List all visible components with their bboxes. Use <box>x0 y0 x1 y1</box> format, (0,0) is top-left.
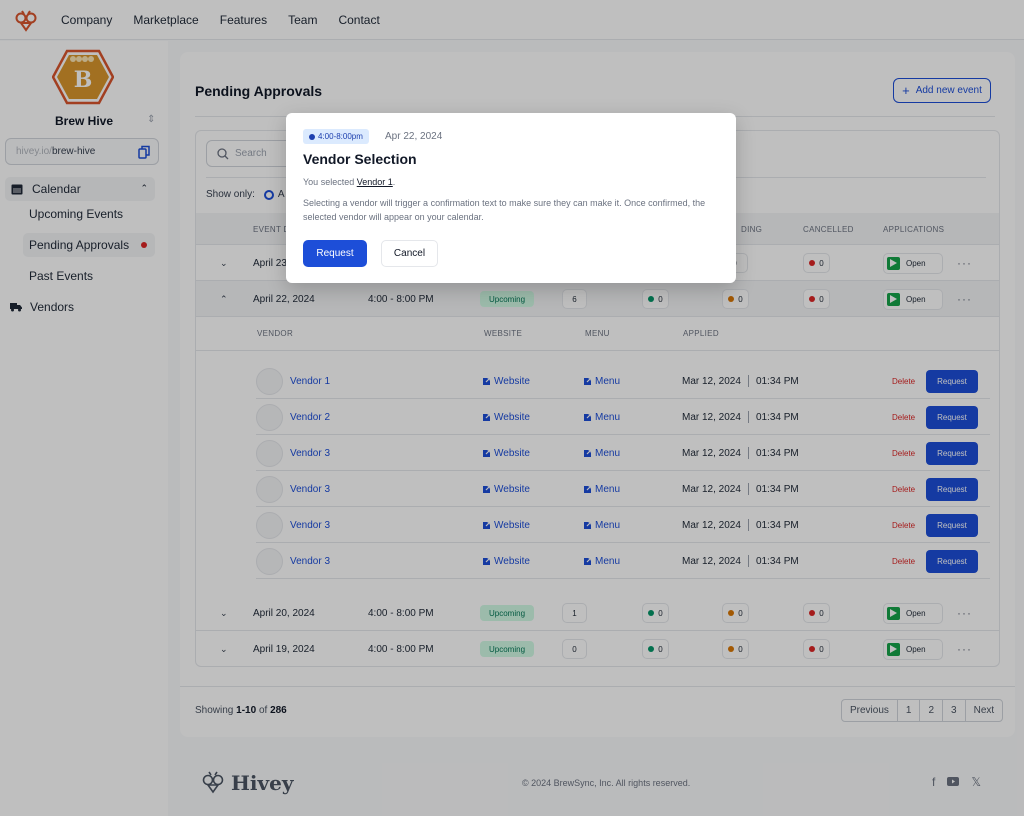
modal-request-button[interactable]: Request <box>303 240 367 267</box>
clock-icon <box>309 133 315 140</box>
modal-date: Apr 22, 2024 <box>385 131 443 142</box>
time-badge: 4:00-8:00pm <box>303 129 369 144</box>
vendor-selection-modal: 4:00-8:00pm Apr 22, 2024 Vendor Selectio… <box>286 113 736 283</box>
selected-prefix: You selected <box>303 177 355 187</box>
modal-selected-text: You selected Vendor 1. <box>303 177 396 187</box>
modal-description: Selecting a vendor will trigger a confir… <box>303 198 706 222</box>
modal-time: 4:00-8:00pm <box>318 132 363 141</box>
selected-vendor-link[interactable]: Vendor 1 <box>357 177 393 187</box>
modal-cancel-button[interactable]: Cancel <box>381 240 438 267</box>
modal-title: Vendor Selection <box>303 151 417 167</box>
